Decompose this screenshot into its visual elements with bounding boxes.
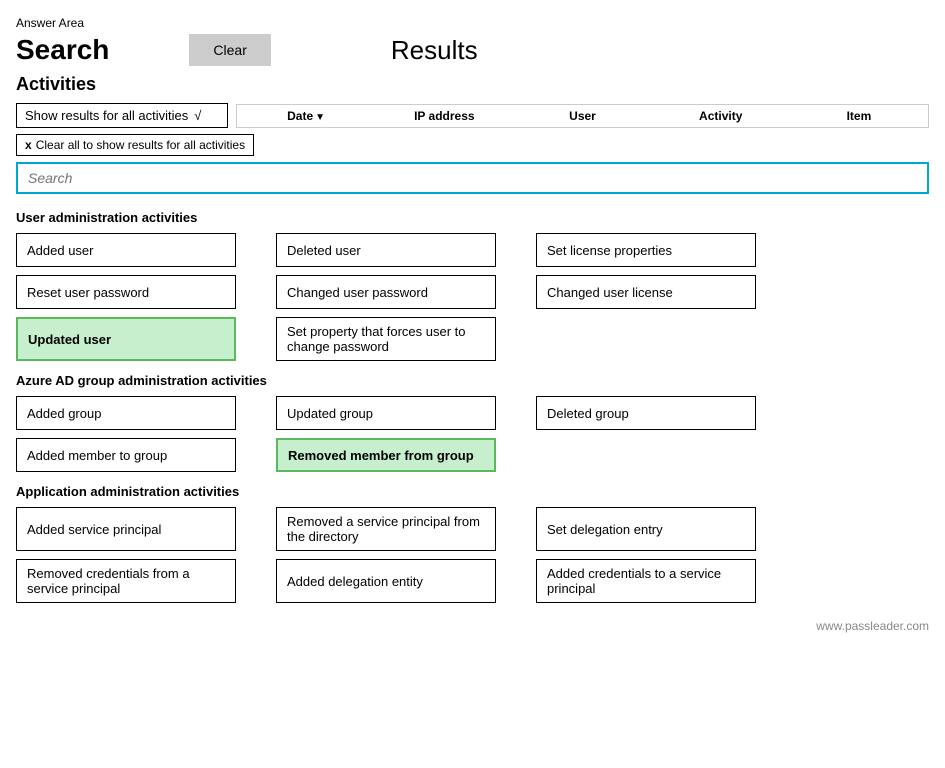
- activity-button[interactable]: Set property that forces user to change …: [276, 317, 496, 361]
- clear-button[interactable]: Clear: [189, 34, 270, 66]
- activities-title: Activities: [16, 74, 929, 95]
- activity-button[interactable]: Removed credentials from a service princ…: [16, 559, 236, 603]
- col-header-date: Date: [237, 107, 375, 125]
- user-admin-grid: Added user Deleted user Set license proper…: [16, 233, 929, 361]
- azure-ad-grid: Added group Updated group Deleted group Add…: [16, 396, 929, 472]
- activity-button[interactable]: Removed a service principal from the dir…: [276, 507, 496, 551]
- clear-all-tag[interactable]: x Clear all to show results for all acti…: [16, 134, 254, 156]
- column-headers: Date IP address User Activity Item: [236, 104, 929, 128]
- activity-button[interactable]: Added user: [16, 233, 236, 267]
- activity-button[interactable]: Removed member from group: [276, 438, 496, 472]
- search-input[interactable]: [16, 162, 929, 194]
- app-admin-grid: Added service principal Removed a service…: [16, 507, 929, 603]
- col-header-ip: IP address: [375, 107, 513, 125]
- filter-columns-row: Show results for all activities √ Date I…: [16, 103, 929, 128]
- sort-arrow-icon: [315, 109, 325, 123]
- answer-area-label: Answer Area: [16, 16, 929, 30]
- activity-button[interactable]: Changed user license: [536, 275, 756, 309]
- col-header-user: User: [513, 107, 651, 125]
- col-header-item: Item: [790, 107, 928, 125]
- col-header-activity: Activity: [652, 107, 790, 125]
- activity-button[interactable]: Added service principal: [16, 507, 236, 551]
- watermark: www.passleader.com: [16, 619, 929, 633]
- filter-label: Show results for all activities: [25, 108, 188, 123]
- results-title: Results: [391, 35, 478, 66]
- search-title: Search: [16, 34, 109, 66]
- activity-button[interactable]: Added credentials to a service principal: [536, 559, 756, 603]
- activity-button[interactable]: Changed user password: [276, 275, 496, 309]
- user-admin-section-title: User administration activities: [16, 210, 929, 225]
- activity-button[interactable]: Deleted user: [276, 233, 496, 267]
- activity-button[interactable]: Reset user password: [16, 275, 236, 309]
- activity-button[interactable]: Set license properties: [536, 233, 756, 267]
- activity-button[interactable]: Set delegation entry: [536, 507, 756, 551]
- activity-button[interactable]: Deleted group: [536, 396, 756, 430]
- activity-button[interactable]: Added delegation entity: [276, 559, 496, 603]
- dropdown-check-icon: √: [194, 108, 201, 123]
- activity-button[interactable]: Added group: [16, 396, 236, 430]
- activity-button[interactable]: Updated user: [16, 317, 236, 361]
- azure-ad-section-title: Azure AD group administration activities: [16, 373, 929, 388]
- filter-dropdown[interactable]: Show results for all activities √: [16, 103, 228, 128]
- activity-button[interactable]: Added member to group: [16, 438, 236, 472]
- x-icon: x: [25, 138, 32, 152]
- clear-all-label: Clear all to show results for all activi…: [36, 138, 245, 152]
- app-admin-section-title: Application administration activities: [16, 484, 929, 499]
- activity-button[interactable]: Updated group: [276, 396, 496, 430]
